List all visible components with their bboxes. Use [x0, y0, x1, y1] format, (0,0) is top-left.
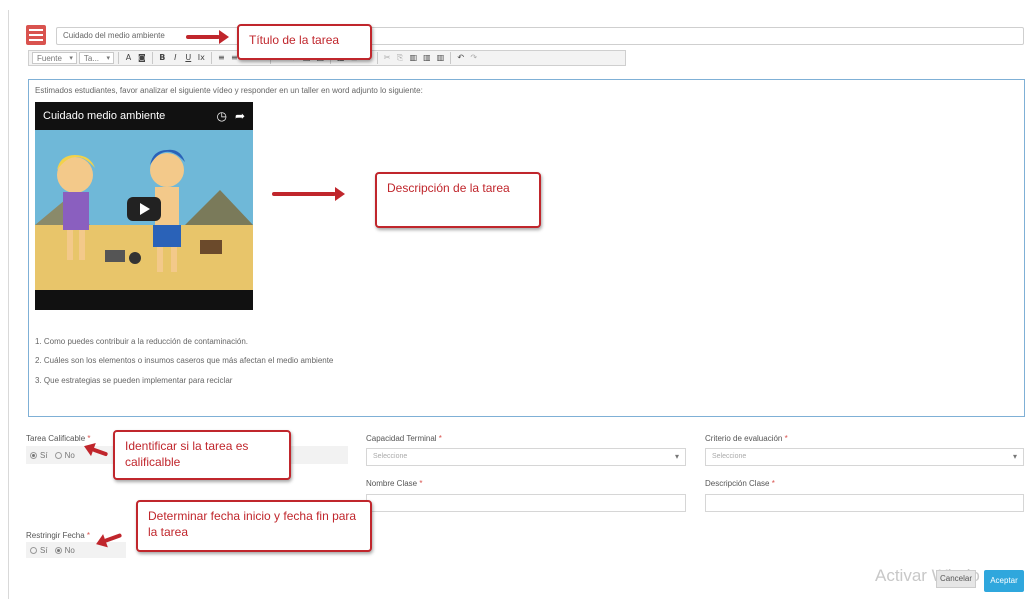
- paste-icon[interactable]: ▥: [408, 52, 420, 64]
- redo-icon[interactable]: ↷: [468, 52, 479, 64]
- cut-icon[interactable]: ✂: [382, 52, 393, 64]
- bold-icon[interactable]: B: [157, 52, 168, 64]
- video-title: Cuidado medio ambiente: [43, 110, 166, 122]
- undo-icon[interactable]: ↶: [455, 52, 466, 64]
- italic-icon[interactable]: I: [170, 52, 181, 64]
- font-dropdown[interactable]: Fuente: [32, 52, 77, 65]
- restringir-no-radio[interactable]: [54, 547, 62, 554]
- align-left-icon[interactable]: ≡: [216, 52, 227, 64]
- clear-format-icon[interactable]: Ix: [196, 52, 207, 64]
- title-callout: Título de la tarea: [237, 24, 372, 60]
- text-color-icon[interactable]: A: [123, 52, 134, 64]
- copy-icon[interactable]: ⎘: [395, 52, 406, 64]
- capacidad-terminal-label: Capacidad Terminal *: [366, 434, 442, 443]
- toolbar-divider: [151, 52, 153, 64]
- question-item: 3. Que estrategias se pueden implementar…: [35, 376, 233, 385]
- chevron-down-icon: ▾: [1012, 452, 1017, 461]
- embedded-video[interactable]: Cuidado medio ambiente ◷ ➦: [35, 102, 253, 310]
- criterio-evaluacion-label: Criterio de evaluación *: [705, 434, 788, 443]
- chevron-down-icon: ▾: [674, 452, 679, 461]
- accept-button[interactable]: Aceptar: [984, 570, 1024, 592]
- task-description-editor[interactable]: Estimados estudiantes, favor analizar el…: [28, 79, 1025, 417]
- arrow-right-icon: [272, 187, 345, 201]
- restringir-radio-group: Sí No: [30, 546, 75, 555]
- size-dropdown[interactable]: Ta...: [78, 52, 115, 65]
- toolbar-divider: [376, 52, 378, 64]
- video-controls: ◷ ➦: [216, 109, 245, 123]
- cancel-button[interactable]: Cancelar: [936, 570, 976, 588]
- paste-text-icon[interactable]: ▥: [421, 52, 433, 64]
- underline-icon[interactable]: U: [183, 52, 194, 64]
- play-icon[interactable]: [127, 197, 161, 221]
- criterio-evaluacion-select[interactable]: Seleccione ▾: [705, 448, 1024, 466]
- fecha-callout: Determinar fecha inicio y fecha fin para…: [136, 500, 372, 552]
- background-color-icon[interactable]: ◙: [136, 52, 148, 64]
- nombre-clase-input[interactable]: [366, 494, 686, 512]
- task-list-icon: [26, 25, 46, 45]
- calificable-yes-radio[interactable]: [30, 452, 37, 459]
- toolbar-divider: [210, 52, 212, 64]
- calificable-callout: Identificar si la tarea es calificalble: [113, 430, 291, 480]
- intro-text: Estimados estudiantes, favor analizar el…: [35, 86, 423, 95]
- toolbar-divider: [450, 52, 452, 64]
- restringir-yes-radio[interactable]: [30, 547, 37, 554]
- arrow-right-icon: [186, 30, 229, 44]
- toolbar-divider: [118, 52, 120, 64]
- nombre-clase-label: Nombre Clase *: [366, 479, 423, 488]
- question-item: 2. Cuáles son los elementos o insumos ca…: [35, 356, 334, 365]
- descripcion-clase-input[interactable]: [705, 494, 1024, 512]
- descripcion-clase-label: Descripción Clase *: [705, 479, 775, 488]
- calificable-label: Tarea Calificable *: [26, 434, 91, 443]
- calificable-radio-group: Sí No: [30, 451, 75, 460]
- description-callout: Descripción de la tarea: [375, 172, 541, 228]
- restringir-fecha-label: Restringir Fecha *: [26, 531, 91, 540]
- clock-icon[interactable]: ◷: [216, 109, 226, 123]
- capacidad-terminal-select[interactable]: Seleccione ▾: [366, 448, 686, 466]
- paste-word-icon[interactable]: ▥: [435, 52, 447, 64]
- calificable-no-radio[interactable]: [54, 452, 62, 459]
- question-item: 1. Como puedes contribuir a la reducción…: [35, 337, 249, 346]
- share-icon[interactable]: ➦: [235, 109, 245, 123]
